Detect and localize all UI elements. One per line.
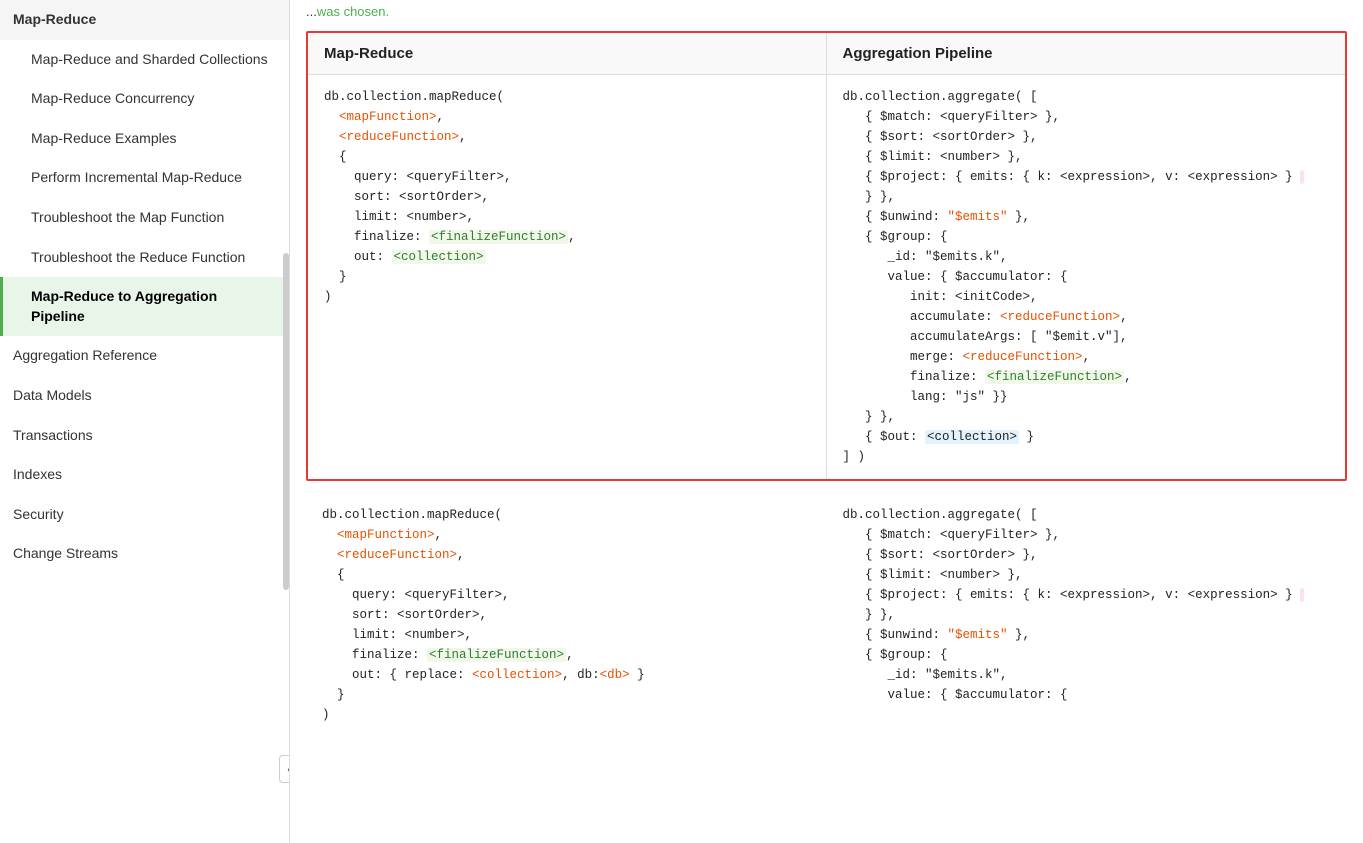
sidebar: Map-Reduce Map-Reduce and Sharded Collec… <box>0 0 290 843</box>
unwind-token-2: "$emits" <box>948 628 1008 642</box>
sidebar-item-security[interactable]: Security <box>0 495 289 535</box>
sidebar-item-map-reduce-sharded[interactable]: Map-Reduce and Sharded Collections <box>0 40 289 80</box>
project-highlight-2 <box>1300 588 1304 602</box>
sidebar-item-map-reduce-examples[interactable]: Map-Reduce Examples <box>0 119 289 159</box>
sidebar-item-troubleshoot-map[interactable]: Troubleshoot the Map Function <box>0 198 289 238</box>
sidebar-item-aggregation-reference[interactable]: Aggregation Reference <box>0 336 289 376</box>
sidebar-items: Map-Reduce Map-Reduce and Sharded Collec… <box>0 0 289 574</box>
finalize-function-token: <finalizeFunction> <box>429 230 568 244</box>
sidebar-item-map-reduce-aggregation[interactable]: Map-Reduce to Aggregation Pipeline <box>0 277 289 336</box>
table-body: db.collection.mapReduce( <mapFunction>, … <box>308 75 1345 479</box>
col1-header: Map-Reduce <box>308 33 827 74</box>
merge-token: <reduceFunction> <box>963 350 1083 364</box>
comparison-table-1: Map-Reduce Aggregation Pipeline db.colle… <box>306 31 1347 481</box>
sidebar-item-change-streams[interactable]: Change Streams <box>0 534 289 574</box>
project-highlight <box>1300 170 1304 184</box>
sidebar-item-incremental-map-reduce[interactable]: Perform Incremental Map-Reduce <box>0 158 289 198</box>
chosen-text: was chosen. <box>317 4 389 19</box>
replace-token: <collection> <box>472 668 562 682</box>
mapreduce-code-col: db.collection.mapReduce( <mapFunction>, … <box>308 75 827 479</box>
db-token: <db> <box>600 668 630 682</box>
unwind-token: "$emits" <box>948 210 1008 224</box>
reduce-function-token: <reduceFunction> <box>339 130 459 144</box>
sidebar-scrollbar[interactable] <box>281 0 289 843</box>
out-collection-token: <collection> <box>392 250 486 264</box>
finalize-function-token-2: <finalizeFunction> <box>427 648 566 662</box>
chevron-left-icon: ❮ <box>286 762 290 776</box>
sidebar-item-troubleshoot-reduce[interactable]: Troubleshoot the Reduce Function <box>0 238 289 278</box>
sidebar-scroll-thumb[interactable] <box>283 253 289 590</box>
main-content: ...was chosen. Map-Reduce Aggregation Pi… <box>290 0 1363 843</box>
top-text: ...was chosen. <box>306 0 1347 31</box>
sidebar-item-map-reduce-concurrency[interactable]: Map-Reduce Concurrency <box>0 79 289 119</box>
table-header: Map-Reduce Aggregation Pipeline <box>308 33 1345 75</box>
sidebar-item-transactions[interactable]: Transactions <box>0 416 289 456</box>
code-section-2: db.collection.mapReduce( <mapFunction>, … <box>306 501 1347 729</box>
sidebar-item-indexes[interactable]: Indexes <box>0 455 289 495</box>
aggregation-code-col: db.collection.aggregate( [ { $match: <qu… <box>827 75 1346 479</box>
sidebar-collapse-button[interactable]: ❮ <box>279 755 290 783</box>
sidebar-item-map-reduce[interactable]: Map-Reduce <box>0 0 289 40</box>
out-token: <collection> <box>925 430 1019 444</box>
mapreduce-code-col-2: db.collection.mapReduce( <mapFunction>, … <box>306 501 827 729</box>
reduce-function-token-2: <reduceFunction> <box>337 548 457 562</box>
finalize-token: <finalizeFunction> <box>985 370 1124 384</box>
map-function-token: <mapFunction> <box>339 110 437 124</box>
aggregation-code-col-2: db.collection.aggregate( [ { $match: <qu… <box>827 501 1348 729</box>
accumulate-token: <reduceFunction> <box>1000 310 1120 324</box>
map-function-token-2: <mapFunction> <box>337 528 435 542</box>
sidebar-item-data-models[interactable]: Data Models <box>0 376 289 416</box>
col2-header: Aggregation Pipeline <box>827 33 1346 74</box>
